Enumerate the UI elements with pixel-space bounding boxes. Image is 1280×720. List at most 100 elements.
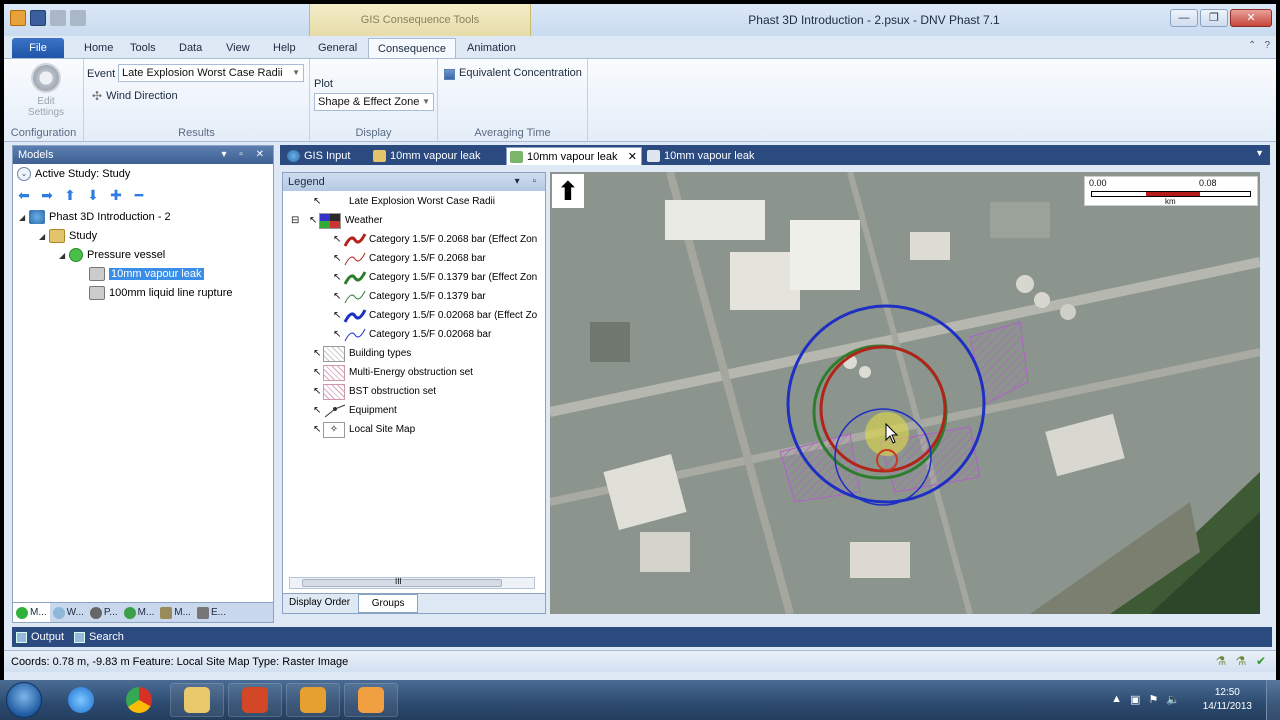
edit-settings-button[interactable]: Edit Settings <box>20 63 72 118</box>
legend-row-cat-0.2068[interactable]: ↖ Category 1.5/F 0.2068 bar <box>333 250 486 268</box>
tree-item-project[interactable]: ◢ Phast 3D Introduction - 2 <box>19 208 171 227</box>
undo-icon[interactable] <box>50 10 66 26</box>
arrow-down-icon[interactable]: ⬇ <box>86 188 100 202</box>
legend-row-cat-0.02068[interactable]: ↖ Category 1.5/F 0.02068 bar <box>333 326 491 344</box>
legend-row-cat-0.02068-effect[interactable]: ↖ Category 1.5/F 0.02068 bar (Effect Zo <box>333 307 537 325</box>
legend-row-late-explosion[interactable]: ↖ Late Explosion Worst Case Radii <box>313 193 495 211</box>
pointer-icon[interactable]: ↖ <box>313 402 323 420</box>
taskbar-explorer[interactable] <box>170 683 224 717</box>
wand-icon[interactable]: ⚗ <box>1214 654 1228 668</box>
bottom-tab-maps[interactable]: M... <box>157 603 194 622</box>
legend-row-cat-0.2068-effect[interactable]: ↖ Category 1.5/F 0.2068 bar (Effect Zon <box>333 231 537 249</box>
tab-view[interactable]: View <box>218 38 258 58</box>
network-icon[interactable]: ▣ <box>1130 693 1140 706</box>
tab-consequence[interactable]: Consequence <box>368 38 456 58</box>
event-select[interactable]: Late Explosion Worst Case Radii ▼ <box>118 64 304 82</box>
search-tab[interactable]: Search <box>74 627 124 647</box>
legend-row-building-types[interactable]: ↖ Building types <box>313 345 411 363</box>
clock[interactable]: 12:50 14/11/2013 <box>1203 686 1252 714</box>
tree-item-100mm-liquid-line-rupture[interactable]: 100mm liquid line rupture <box>89 284 233 302</box>
taskbar-phast[interactable] <box>344 683 398 717</box>
pointer-icon[interactable]: ↖ <box>313 383 323 401</box>
add-icon[interactable]: ✚ <box>109 188 123 202</box>
active-study-row[interactable]: ⌄ Active Study: Study <box>13 164 273 184</box>
bottom-tab-models[interactable]: M... <box>13 603 50 622</box>
pointer-icon[interactable]: ↖ <box>309 212 319 230</box>
gis-map[interactable]: ⬆ 0.00 0.08 km <box>550 172 1260 614</box>
legend-row-bst[interactable]: ↖ BST obstruction set <box>313 383 436 401</box>
restore-button[interactable]: ❐ <box>1200 9 1228 27</box>
taskbar-chrome[interactable] <box>112 683 166 717</box>
pointer-icon[interactable]: ↖ <box>333 288 343 306</box>
pointer-icon[interactable]: ↖ <box>333 250 343 268</box>
output-tab[interactable]: Output <box>16 627 64 647</box>
close-button[interactable]: ✕ <box>1230 9 1272 27</box>
arrow-right-icon[interactable]: ➡ <box>40 188 54 202</box>
volume-icon[interactable]: 🔈 <box>1166 693 1180 706</box>
doc-tab-gis-input[interactable]: GIS Input <box>284 147 364 165</box>
bottom-tab-equipment[interactable]: E... <box>194 603 229 622</box>
pointer-icon[interactable]: ↖ <box>313 193 323 211</box>
check-icon[interactable]: ✔ <box>1254 654 1268 668</box>
tab-tools[interactable]: Tools <box>122 38 164 58</box>
collapse-icon[interactable]: ◢ <box>59 247 69 265</box>
pointer-icon[interactable]: ↖ <box>333 326 343 344</box>
tray-expand-icon[interactable]: ▲ <box>1111 693 1122 706</box>
tab-data[interactable]: Data <box>171 38 210 58</box>
doc-tab-vapour-leak-3[interactable]: 10mm vapour leak <box>644 147 780 165</box>
legend-scrollbar[interactable]: III <box>289 577 535 589</box>
tab-list-icon[interactable]: ▼ <box>1255 148 1264 158</box>
tab-animation[interactable]: Animation <box>459 38 524 58</box>
tab-help[interactable]: Help <box>265 38 304 58</box>
tab-display-order[interactable]: Display Order <box>283 594 356 613</box>
legend-row-cat-0.1379[interactable]: ↖ Category 1.5/F 0.1379 bar <box>333 288 486 306</box>
bottom-tab-parameters[interactable]: P... <box>87 603 121 622</box>
pointer-icon[interactable]: ↖ <box>313 345 323 363</box>
doc-tab-vapour-leak-2[interactable]: 10mm vapour leak ✕ <box>506 147 642 165</box>
minimize-button[interactable]: — <box>1170 9 1198 27</box>
tab-groups[interactable]: Groups <box>358 594 419 613</box>
tab-home[interactable]: Home <box>76 38 121 58</box>
equivalent-concentration-checkbox[interactable] <box>444 69 455 80</box>
taskbar-outlook[interactable] <box>286 683 340 717</box>
pointer-icon[interactable]: ↖ <box>313 364 323 382</box>
collapse-icon[interactable]: ◢ <box>39 228 49 246</box>
arrow-left-icon[interactable]: ⬅ <box>17 188 31 202</box>
pointer-icon[interactable]: ↖ <box>333 307 343 325</box>
pointer-icon[interactable]: ↖ <box>333 269 343 287</box>
save-icon[interactable] <box>30 10 46 26</box>
pointer-icon[interactable]: ↖ <box>313 421 323 439</box>
app-icon[interactable] <box>10 10 26 26</box>
doc-tab-vapour-leak-1[interactable]: 10mm vapour leak <box>370 147 504 165</box>
remove-icon[interactable]: ━ <box>132 188 146 202</box>
legend-row-equipment[interactable]: ↖ Equipment <box>313 402 397 420</box>
close-tab-icon[interactable]: ✕ <box>628 148 637 166</box>
wind-direction-button[interactable]: ✣ Wind Direction <box>92 89 178 103</box>
collapse-icon[interactable]: ◢ <box>19 209 29 227</box>
panel-buttons[interactable]: ▾ ▫ <box>515 173 541 191</box>
legend-row-weather[interactable]: ⊟ ↖ Weather <box>291 212 383 230</box>
bottom-tab-weather[interactable]: W... <box>50 603 87 622</box>
tree-item-pressure-vessel[interactable]: ◢ Pressure vessel <box>59 246 165 265</box>
tree-item-10mm-vapour-leak[interactable]: 10mm vapour leak <box>89 265 204 283</box>
taskbar-powerpoint[interactable] <box>228 683 282 717</box>
tab-general[interactable]: General <box>310 38 365 58</box>
plot-select[interactable]: Shape & Effect Zone ▼ <box>314 93 434 111</box>
help-icon[interactable]: ? <box>1264 40 1270 51</box>
arrow-up-icon[interactable]: ⬆ <box>63 188 77 202</box>
legend-row-local-site-map[interactable]: ↖ ✧ Local Site Map <box>313 421 415 439</box>
panel-buttons[interactable]: ▾ ▫ ✕ <box>222 146 270 164</box>
ribbon-collapse-icon[interactable]: ⌃ <box>1248 40 1256 51</box>
show-desktop-button[interactable] <box>1266 680 1280 720</box>
bottom-tab-materials[interactable]: M... <box>121 603 158 622</box>
collapse-icon[interactable]: ⊟ <box>291 212 301 230</box>
legend-row-multi-energy[interactable]: ↖ Multi-Energy obstruction set <box>313 364 473 382</box>
taskbar-ie[interactable] <box>54 683 108 717</box>
scroll-thumb[interactable]: III <box>302 577 502 587</box>
start-button[interactable] <box>6 682 42 718</box>
redo-icon[interactable] <box>70 10 86 26</box>
tree-item-study[interactable]: ◢ Study <box>39 227 97 246</box>
chevron-down-icon[interactable]: ⌄ <box>17 167 31 181</box>
tab-file[interactable]: File <box>12 38 64 58</box>
flask-icon[interactable]: ⚗ <box>1234 654 1248 668</box>
